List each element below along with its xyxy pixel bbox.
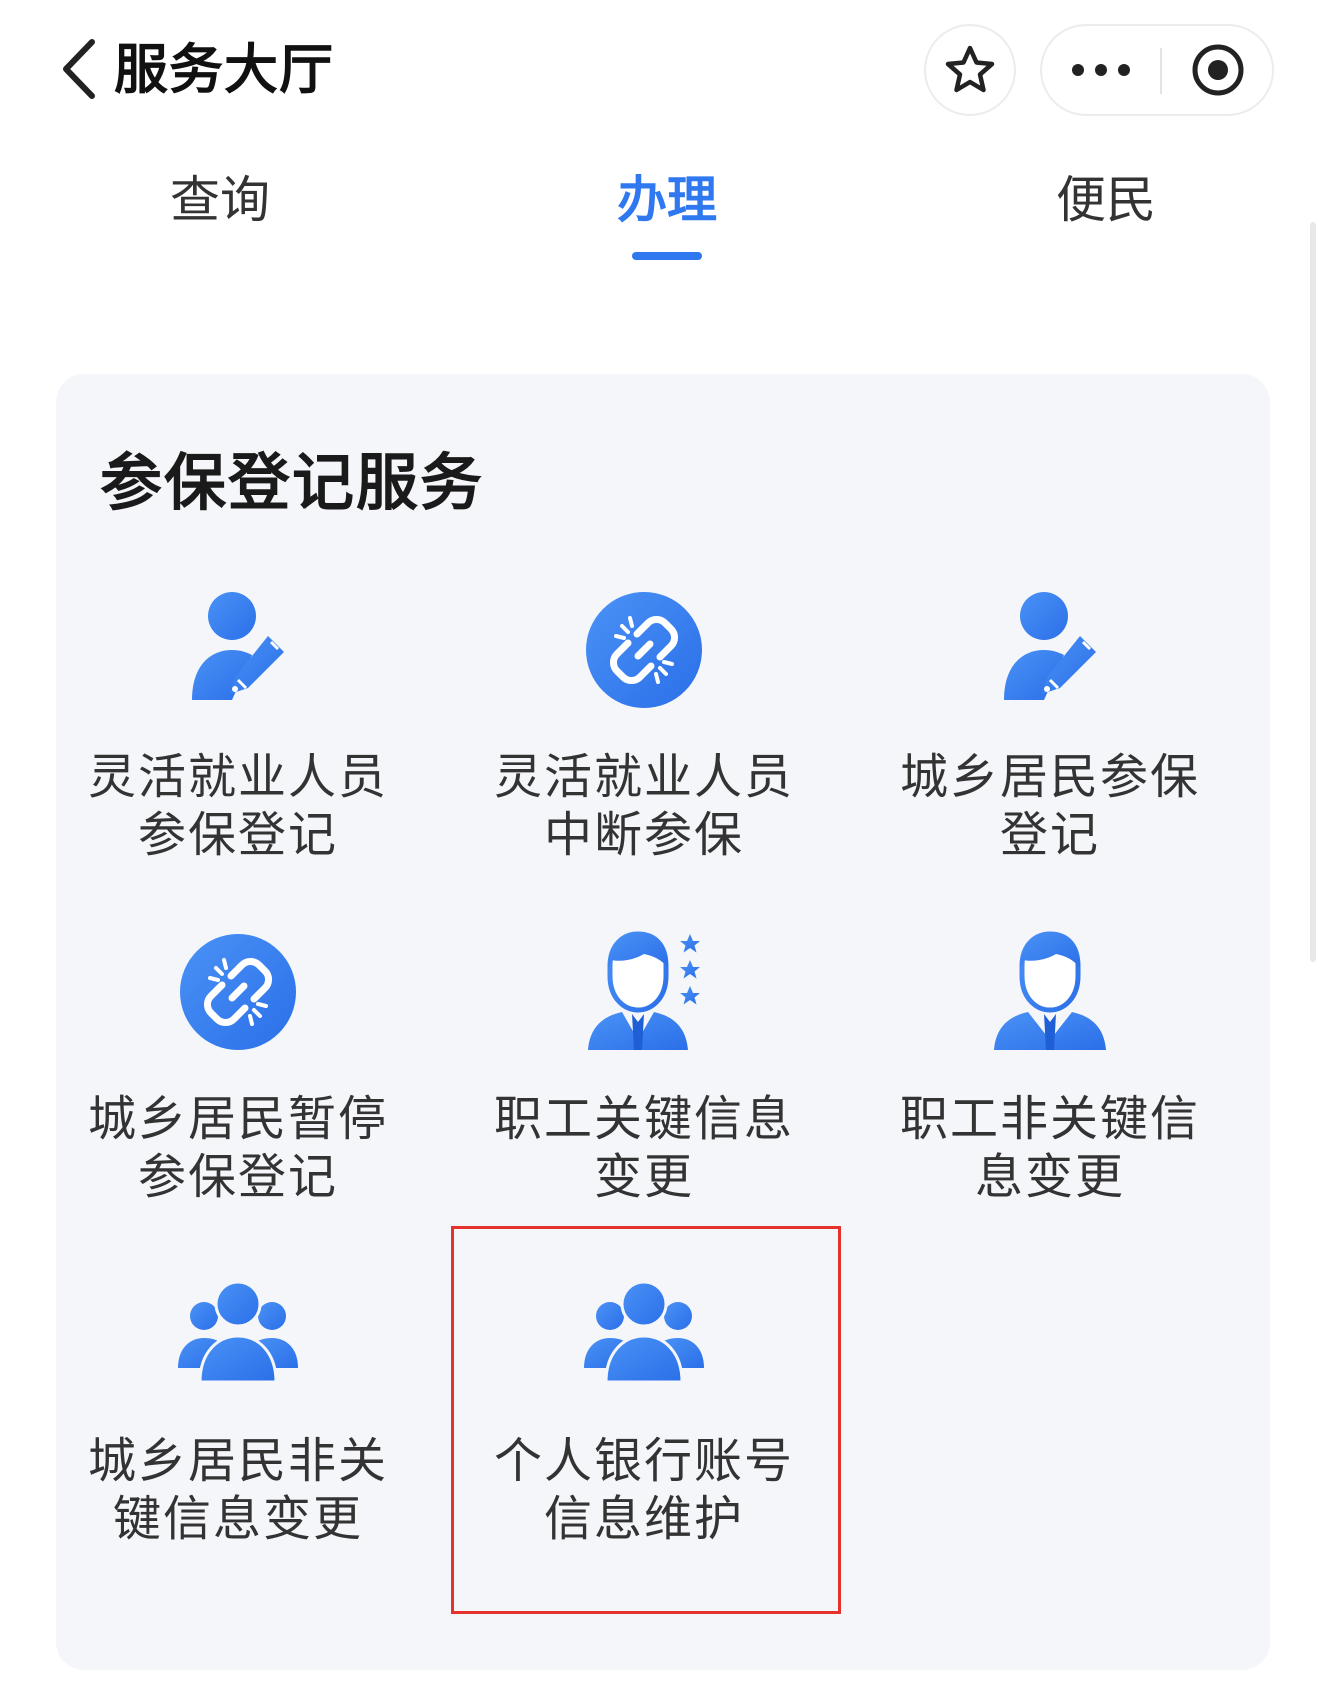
back-button[interactable]	[58, 36, 102, 102]
service-item-resident-nonkey-info[interactable]: 城乡居民非关键信息变更	[38, 1272, 438, 1602]
employee-icon	[988, 930, 1112, 1054]
service-item-label: 城乡居民非关键信息变更	[88, 1433, 389, 1547]
service-item-label: 职工关键信息变更	[494, 1091, 795, 1205]
top-bar: 服务大厅	[0, 0, 1320, 140]
employee-stars-icon	[582, 930, 706, 1054]
tab-query[interactable]: 查询	[120, 150, 320, 250]
page-title: 服务大厅	[114, 38, 334, 101]
service-item-bank-account[interactable]: 个人银行账号信息维护	[444, 1272, 844, 1602]
more-dots-icon	[1072, 64, 1130, 76]
service-item-flexible-suspend[interactable]: 灵活就业人员中断参保	[444, 588, 844, 918]
service-item-label: 灵活就业人员中断参保	[494, 749, 795, 863]
service-item-label: 灵活就业人员参保登记	[88, 749, 389, 863]
more-button[interactable]	[1042, 26, 1160, 114]
tab-convenience[interactable]: 便民	[1006, 150, 1206, 250]
scrollbar[interactable]	[1310, 222, 1316, 962]
active-tab-indicator	[632, 252, 702, 260]
target-circle-icon	[1192, 44, 1244, 96]
section-title: 参保登记服务	[100, 446, 485, 519]
service-item-label: 城乡居民参保登记	[900, 749, 1201, 863]
capsule-menu	[1040, 24, 1274, 116]
group-icon	[176, 1272, 300, 1396]
service-item-flexible-register[interactable]: 灵活就业人员参保登记	[38, 588, 438, 918]
service-item-employee-nonkey-info[interactable]: 职工非关键信息变更	[850, 930, 1250, 1260]
service-item-label: 职工非关键信息变更	[900, 1091, 1201, 1205]
star-icon	[945, 45, 995, 93]
tab-handle[interactable]: 办理	[567, 150, 767, 250]
tab-bar: 查询 办理 便民	[0, 150, 1320, 270]
person-edit-icon	[176, 588, 300, 712]
broken-link-icon	[176, 930, 300, 1054]
person-edit-icon	[988, 588, 1112, 712]
service-item-label: 个人银行账号信息维护	[494, 1433, 795, 1547]
service-item-employee-key-info[interactable]: 职工关键信息变更	[444, 930, 844, 1260]
chevron-left-icon	[63, 39, 95, 99]
service-item-resident-suspend[interactable]: 城乡居民暂停参保登记	[38, 930, 438, 1260]
group-icon	[582, 1272, 706, 1396]
close-miniprogram-button[interactable]	[1162, 26, 1274, 114]
service-item-label: 城乡居民暂停参保登记	[88, 1091, 389, 1205]
favorite-button[interactable]	[924, 24, 1016, 116]
broken-link-icon	[582, 588, 706, 712]
service-item-resident-register[interactable]: 城乡居民参保登记	[850, 588, 1250, 918]
